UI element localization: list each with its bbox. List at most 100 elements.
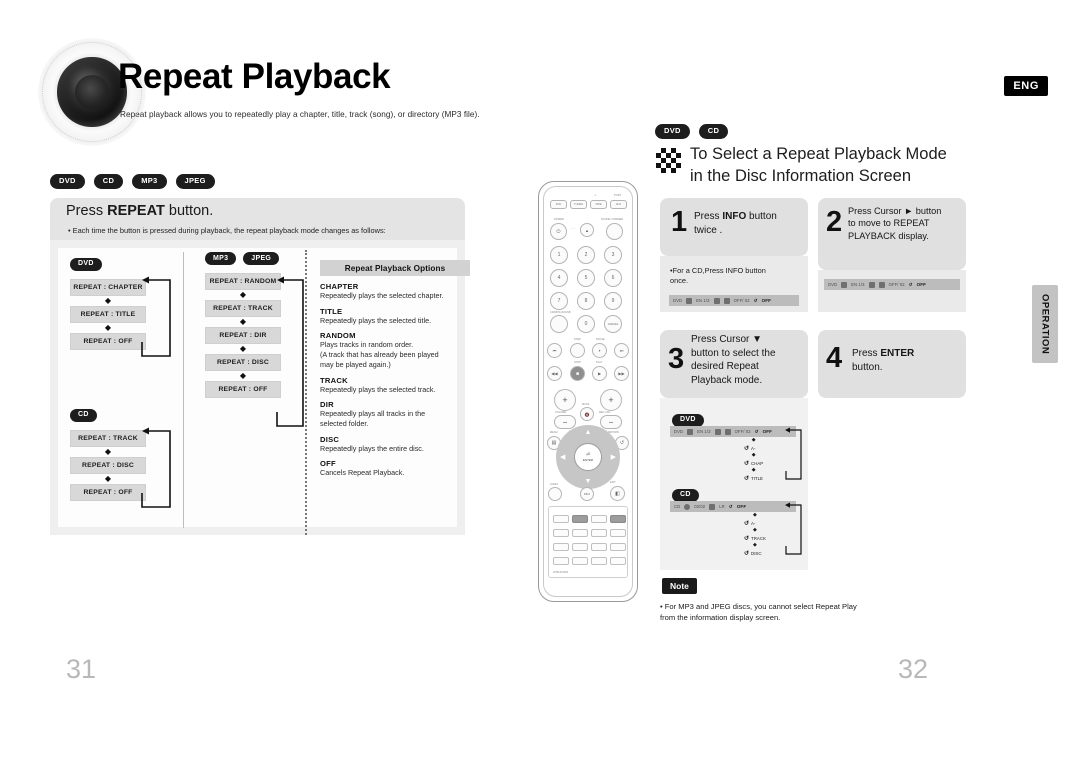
remote-enter-button[interactable]: ⏎ ENTER	[577, 446, 599, 468]
osd-flow-label-cd: CD	[672, 488, 699, 502]
remote-grid-button[interactable]	[553, 529, 569, 537]
flow-box: REPEAT : CHAPTER	[70, 278, 146, 296]
remote-grid-button[interactable]	[610, 515, 626, 523]
remote-source-dvd[interactable]: DVD	[550, 200, 567, 209]
remote-prev-button[interactable]: ⏮	[547, 343, 562, 358]
osd-flow-label: CHAP	[751, 460, 764, 466]
remote-pause-label: PAUSE	[596, 338, 605, 341]
remote-audio-button[interactable]	[548, 487, 562, 501]
disc-pill-mp3: MP3	[132, 174, 167, 189]
option-desc: Repeatedly plays all tracks in the selec…	[320, 409, 426, 429]
option-item: TITLE Repeatedly plays the selected titl…	[320, 307, 470, 326]
note-badge: Note	[662, 578, 697, 594]
remote-grid-button[interactable]	[553, 543, 569, 551]
options-heading: Repeat Playback Options	[320, 260, 470, 276]
osd-bar-step1: DVD EN 1/3 OFF/ 02 ↺ OFF	[669, 295, 799, 306]
remote-eject-button[interactable]: ▲	[580, 223, 594, 237]
remote-grid-button[interactable]	[572, 557, 588, 565]
flow-box: REPEAT : OFF	[70, 483, 146, 501]
remote-grid-button[interactable]	[591, 529, 607, 537]
remote-forward-button[interactable]: ▶▶	[614, 366, 629, 381]
remote-key-6[interactable]: 6	[604, 269, 622, 287]
remote-play-button[interactable]: ▶	[592, 366, 607, 381]
option-item: TRACK Repeatedly plays the selected trac…	[320, 376, 470, 395]
remote-grid-button[interactable]	[610, 543, 626, 551]
remote-stop-button[interactable]: ■	[570, 366, 585, 381]
osd-track-icon	[684, 503, 691, 510]
remote-key-0[interactable]: 0	[577, 315, 595, 333]
option-term: DISC	[320, 434, 340, 444]
remote-grid-button[interactable]	[591, 543, 607, 551]
osd-label-lang: EN 1/3	[851, 282, 865, 287]
remote-recvol-down-button[interactable]: −	[600, 415, 622, 429]
remote-key-5[interactable]: 5	[577, 269, 595, 287]
remote-cancel-button[interactable]: CANCEL	[604, 315, 622, 333]
flow-arrow-icon: ◆	[239, 290, 247, 300]
flow-label-dvd: DVD	[70, 257, 102, 271]
language-badge: ENG	[1004, 76, 1048, 96]
remote-key-8[interactable]: 8	[577, 292, 595, 310]
remote-grid-button[interactable]	[591, 515, 607, 523]
remote-next-button[interactable]: ⏭	[614, 343, 629, 358]
remote-grid-button[interactable]	[553, 515, 569, 523]
remote-info-button[interactable]: INFO	[580, 487, 594, 501]
remote-key-1[interactable]: 1	[550, 246, 568, 264]
flow-arrow-icon: ◆	[239, 344, 247, 354]
osd-repeat-state: OFF	[761, 298, 772, 303]
remote-key-2[interactable]: 2	[577, 246, 595, 264]
remote-model-label: AH59-01301B	[553, 571, 569, 574]
osd-disc-icon	[841, 281, 848, 288]
remote-step-button[interactable]	[570, 343, 585, 358]
remote-source-tape[interactable]: TAPE	[590, 200, 607, 209]
remote-mute-button[interactable]: 🔇	[580, 407, 594, 421]
disc-pill-cd: CD	[698, 124, 729, 139]
repeat-icon: ↺	[744, 550, 750, 557]
remote-navigation-pad[interactable]: ▲ ▼ ◀ ▶ ⏎ ENTER	[556, 425, 620, 489]
remote-control-illustration: -/- PORT DVD TUNER TAPE AUX POWER ⏻ SOUN…	[538, 181, 638, 602]
repeat-icon: ↺	[744, 520, 750, 527]
osd-disc-icon	[687, 428, 694, 435]
remote-volume-down-button[interactable]: −	[554, 415, 576, 429]
flow-loop-mp3-icon	[276, 276, 304, 427]
osd-label-off: OFF/ 02	[888, 282, 905, 287]
option-term: TRACK	[320, 375, 348, 385]
remote-pause-button[interactable]: ⏸	[592, 343, 607, 358]
remote-key-7[interactable]: 7	[550, 292, 568, 310]
remote-grid-button[interactable]	[610, 557, 626, 565]
remote-grid-button[interactable]	[591, 557, 607, 565]
remote-grid-button[interactable]	[553, 557, 569, 565]
osd-angle-icon	[724, 428, 731, 435]
remote-grid-button[interactable]	[610, 529, 626, 537]
cursor-up-icon[interactable]: ▲	[585, 429, 592, 436]
cursor-down-icon[interactable]: ▼	[585, 478, 592, 485]
flow-arrow-icon: ◆	[104, 295, 112, 305]
remote-grid-button[interactable]	[572, 515, 588, 523]
remote-grid-button[interactable]	[572, 529, 588, 537]
osd-flow-label-dvd: DVD	[672, 413, 704, 427]
cursor-left-icon[interactable]: ◀	[560, 453, 565, 461]
remote-cd-button[interactable]	[550, 315, 568, 333]
osd-repeat-icon: ↺	[754, 428, 759, 434]
repeat-icon: ↺	[744, 460, 750, 467]
remote-power-button[interactable]: ⏻	[550, 223, 567, 240]
repeat-icon: ↺	[744, 445, 750, 452]
remote-rewind-button[interactable]: ◀◀	[547, 366, 562, 381]
remote-recvol-up-button[interactable]: +	[600, 389, 622, 411]
osd-subtitle-icon	[713, 297, 720, 304]
flow-cd: CD REPEAT : TRACK ◆ REPEAT : DISC ◆ REPE…	[70, 403, 146, 501]
option-item: DIR Repeatedly plays all tracks in the s…	[320, 400, 470, 428]
remote-exit-button[interactable]: ◧	[610, 486, 625, 501]
remote-key-3[interactable]: 3	[604, 246, 622, 264]
remote-exit-label: EXIT	[610, 481, 616, 484]
remote-key-4[interactable]: 4	[550, 269, 568, 287]
remote-key-9[interactable]: 9	[604, 292, 622, 310]
remote-source-tuner[interactable]: TUNER	[570, 200, 587, 209]
cursor-right-icon[interactable]: ▶	[611, 453, 616, 461]
remote-grid-button[interactable]	[572, 543, 588, 551]
option-term: OFF	[320, 459, 336, 469]
step-number-4: 4	[826, 342, 843, 374]
remote-volume-up-button[interactable]: +	[554, 389, 576, 411]
flow-loop-cd-icon	[141, 427, 171, 508]
remote-dimmer-button[interactable]	[606, 223, 623, 240]
remote-source-aux[interactable]: AUX	[610, 200, 627, 209]
